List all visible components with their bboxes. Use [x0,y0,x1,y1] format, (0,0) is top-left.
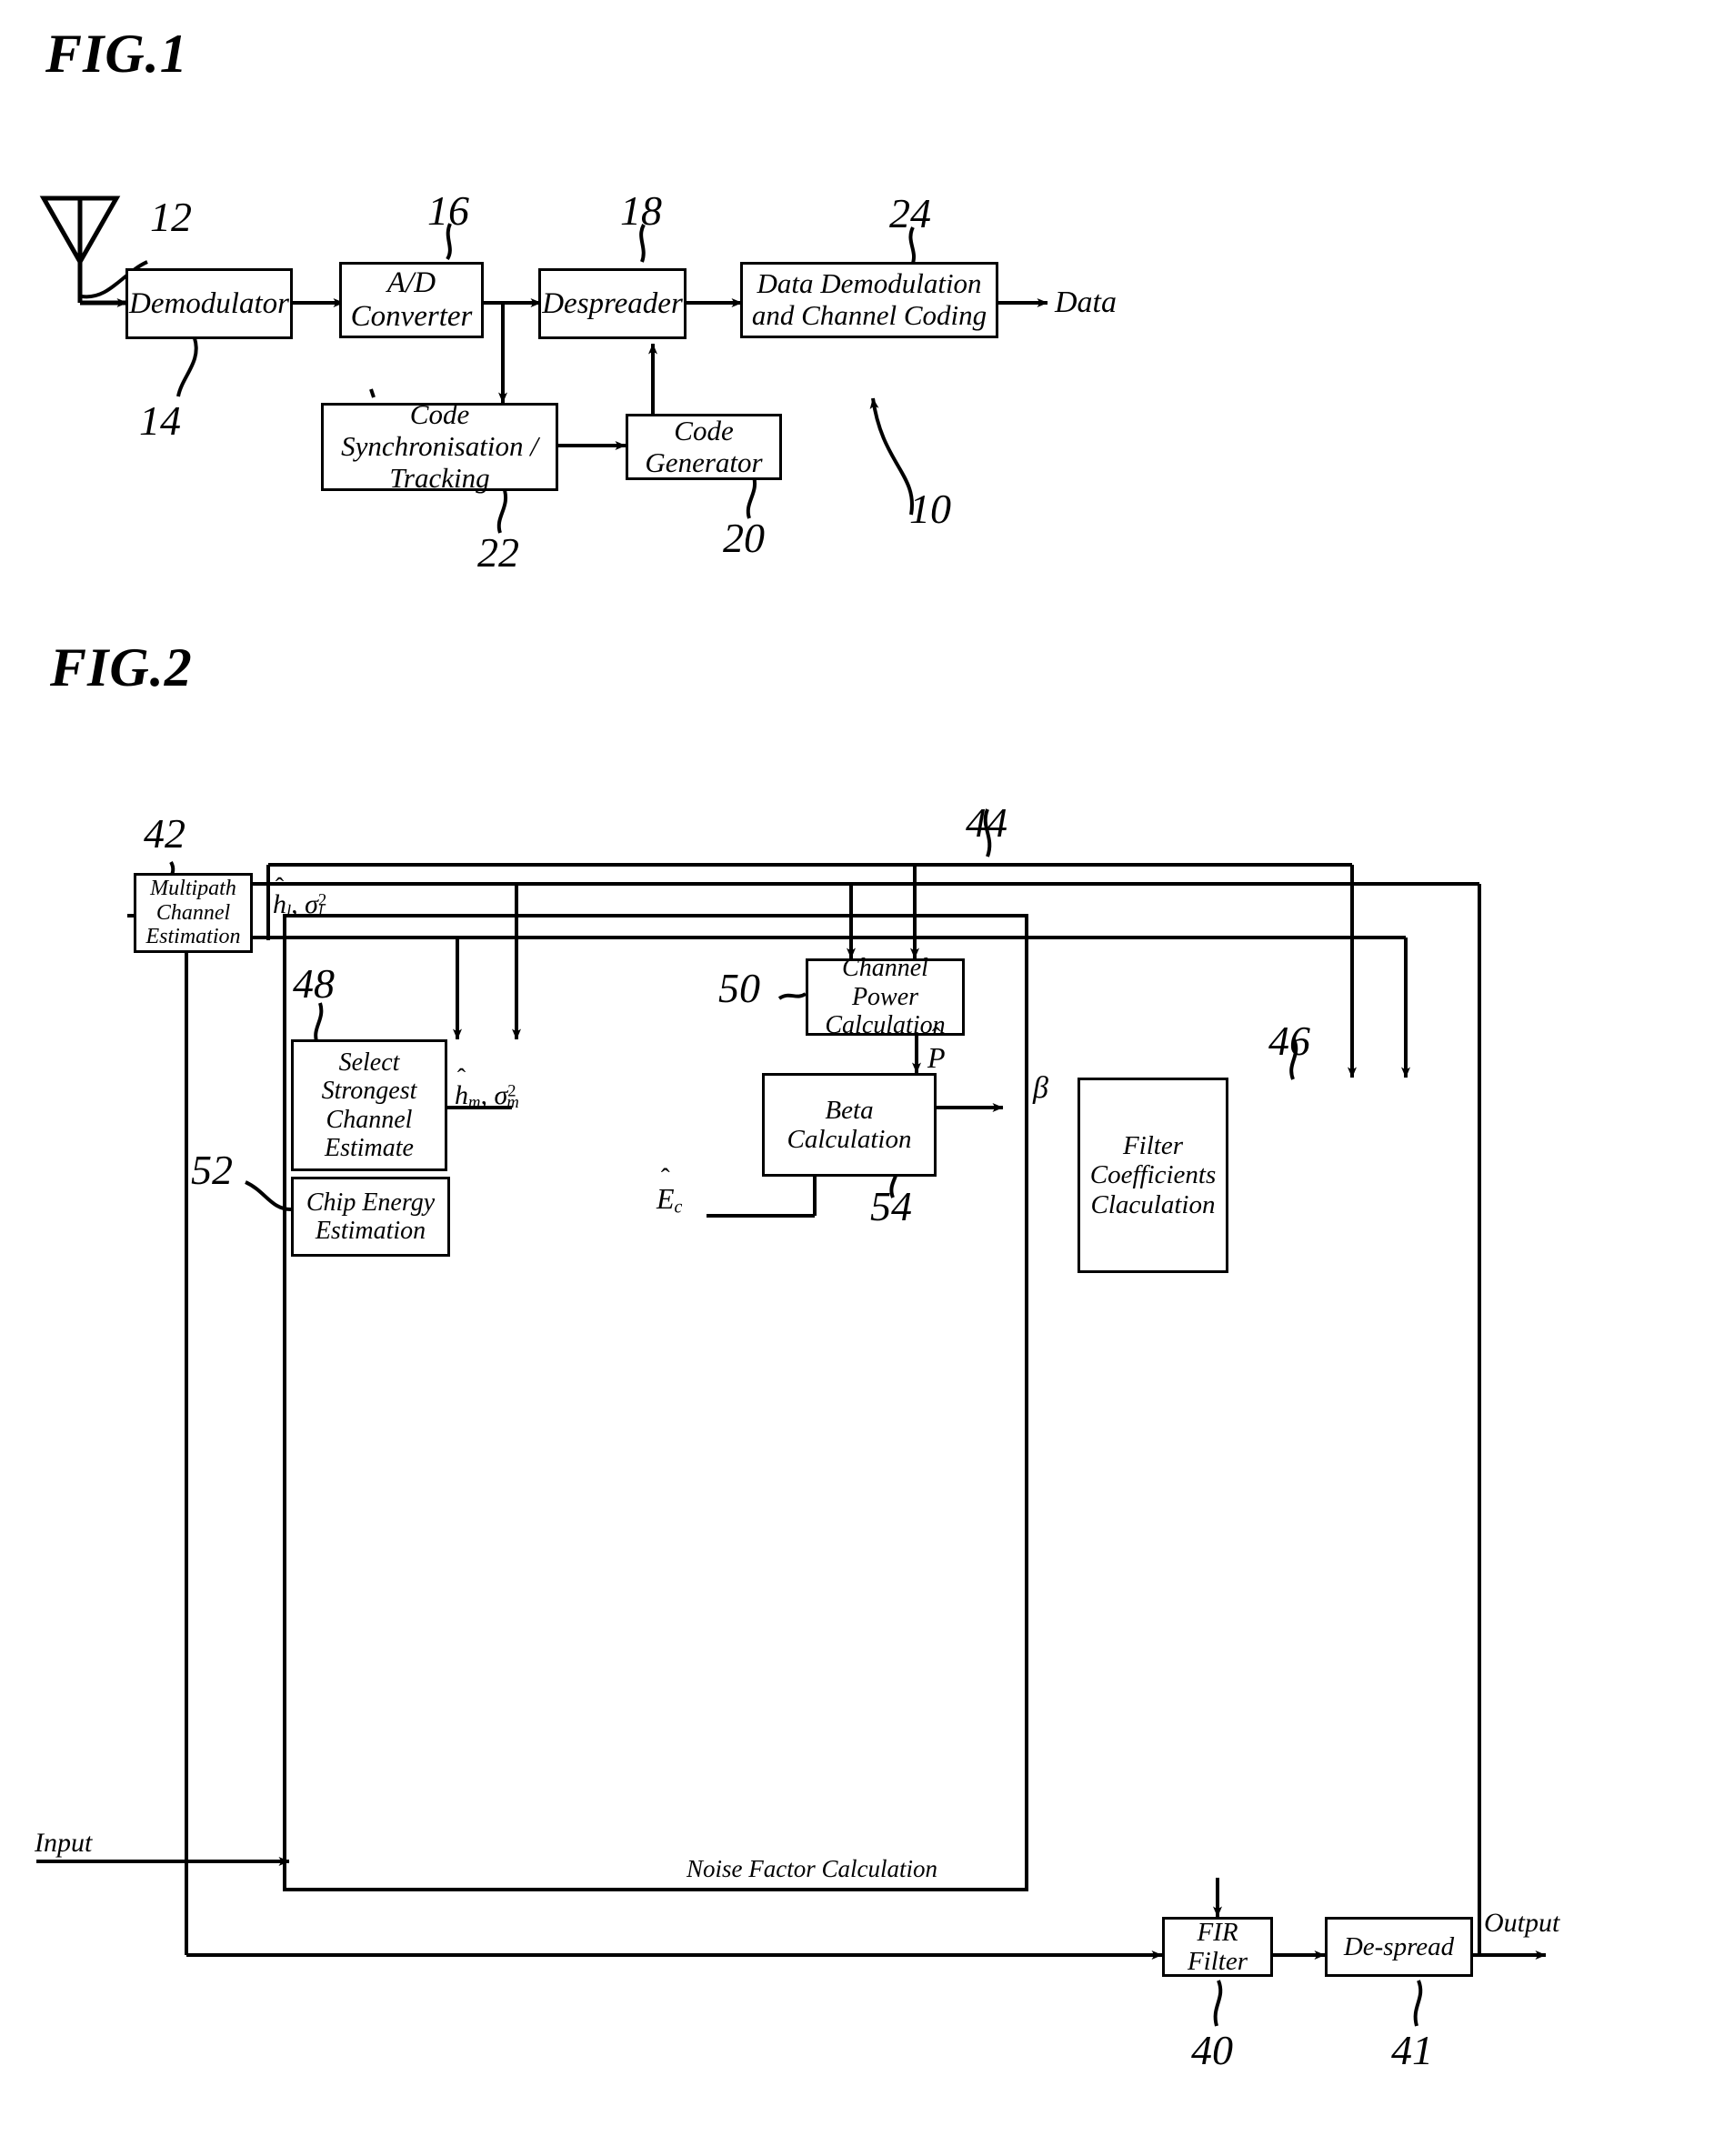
reference-numeral-50: 50 [718,965,760,1011]
block-code-generator-label-line1: Code [674,414,734,446]
block-despreader-label: Despreader [542,286,683,320]
block-code-synchronisation-label-line3: Tracking [389,461,490,494]
block-channel-power-label-line2: Power [851,982,919,1011]
block-filter-coefficients-label-line1: Filter [1122,1130,1184,1160]
block-select-label-line4: Estimate [325,1133,414,1162]
reference-numeral-46: 46 [1268,1018,1310,1064]
block-filter-coefficients-calculation: Filter Coefficients Claculation [1077,1078,1228,1273]
reference-numeral-18: 18 [620,187,662,234]
block-select-label-line3: Channel [326,1105,413,1134]
noise-factor-calculation-caption: Noise Factor Calculation [687,1855,937,1882]
reference-numeral-12: 12 [150,194,192,240]
block-ad-converter-label-line2: Converter [350,300,473,333]
h-hat-glyph-m: ̂h [455,1080,468,1110]
block-chip-energy-label-line2: Estimation [315,1217,426,1245]
block-chip-energy-estimation: Chip Energy Estimation [291,1177,450,1257]
block-code-generator-label-line2: Generator [645,446,763,478]
block-fir-filter: FIR Filter [1162,1917,1273,1977]
figure-2-title: FIG.2 [50,637,193,697]
block-channel-power-calculation: Channel Power Calculation [806,954,965,1040]
patent-drawing-sheet: FIG.1 Demodulator A/D Converter Despread… [0,0,1734,2156]
block-code-synchronisation-label-line2: Synchronisation / [341,430,538,463]
block-code-synchronisation-label-line1: Code [409,398,470,431]
fig1-data-output-label: Data [1055,286,1117,319]
reference-numeral-22: 22 [477,529,519,576]
reference-numeral-48: 48 [293,960,335,1007]
figure-1-title: FIG.1 [45,24,188,84]
block-beta-label-line2: Calculation [787,1125,912,1154]
block-despread: De-spread [1325,1917,1473,1977]
block-channel-power-label-line1: Channel [842,954,928,983]
reference-numeral-40: 40 [1191,2027,1233,2073]
block-data-demodulation-label-line1: Data Demodulation [757,267,982,300]
reference-numeral-14: 14 [139,397,181,444]
fig2-input-label: Input [35,1828,93,1858]
block-select-label-line2: Strongest [321,1077,417,1106]
signal-label-ec-hat: ̂Ec [657,1182,683,1218]
block-chip-energy-label-line1: Chip Energy [306,1188,436,1217]
block-multipath-label-line2: Channel [155,900,231,925]
block-multipath-label-line3: Estimation [145,925,241,949]
block-despread-label: De-spread [1343,1931,1455,1961]
reference-numeral-41: 41 [1391,2027,1433,2073]
signal-label-p-hat: ̂P [927,1041,946,1075]
reference-numeral-24: 24 [889,190,931,236]
block-data-demodulation: Data Demodulation and Channel Coding [740,262,998,338]
reference-numeral-16: 16 [427,187,469,234]
block-beta-label-line1: Beta [825,1095,874,1125]
block-select-label-line1: Select [338,1048,400,1077]
block-code-generator: Code Generator [626,414,782,480]
block-multipath-channel-estimation: Multipath Channel Estimation [134,873,253,953]
signal-label-hm-sigma-m: ̂hm, σ2m [455,1080,519,1113]
block-data-demodulation-label-line2: and Channel Coding [751,299,987,331]
block-code-synchronisation: Code Synchronisation / Tracking [321,399,558,494]
reference-numeral-54: 54 [870,1183,912,1229]
reference-numeral-20: 20 [723,515,765,561]
block-despreader: Despreader [538,268,687,339]
block-select-strongest-channel-estimate: Select Strongest Channel Estimate [291,1039,447,1171]
fig2-output-label: Output [1484,1908,1560,1938]
p-hat-glyph: ̂P [927,1041,946,1074]
block-filter-coefficients-label-line2: Coefficients [1089,1160,1217,1190]
block-ad-converter: A/D Converter [339,262,484,338]
block-channel-power-label-line3: Calculation [825,1011,946,1040]
reference-numeral-10: 10 [909,486,951,532]
e-hat-glyph: ̂E [657,1182,675,1215]
block-demodulator-label: Demodulator [129,286,289,320]
block-beta-calculation: Beta Calculation [762,1073,937,1177]
signal-label-hl-sigma-l: ̂hl, σ2l [273,889,327,922]
block-demodulator: Demodulator [125,268,293,339]
reference-numeral-42: 42 [144,810,185,857]
signal-label-beta: β [1033,1071,1048,1105]
block-filter-coefficients-label-line3: Claculation [1090,1189,1216,1219]
reference-numeral-52: 52 [191,1147,233,1193]
reference-numeral-44: 44 [966,799,1007,846]
block-ad-converter-label-line1: A/D [386,266,436,300]
block-multipath-label-line1: Multipath [150,876,236,900]
h-hat-glyph: ̂h [273,889,286,919]
block-fir-filter-label: FIR Filter [1187,1917,1248,1976]
